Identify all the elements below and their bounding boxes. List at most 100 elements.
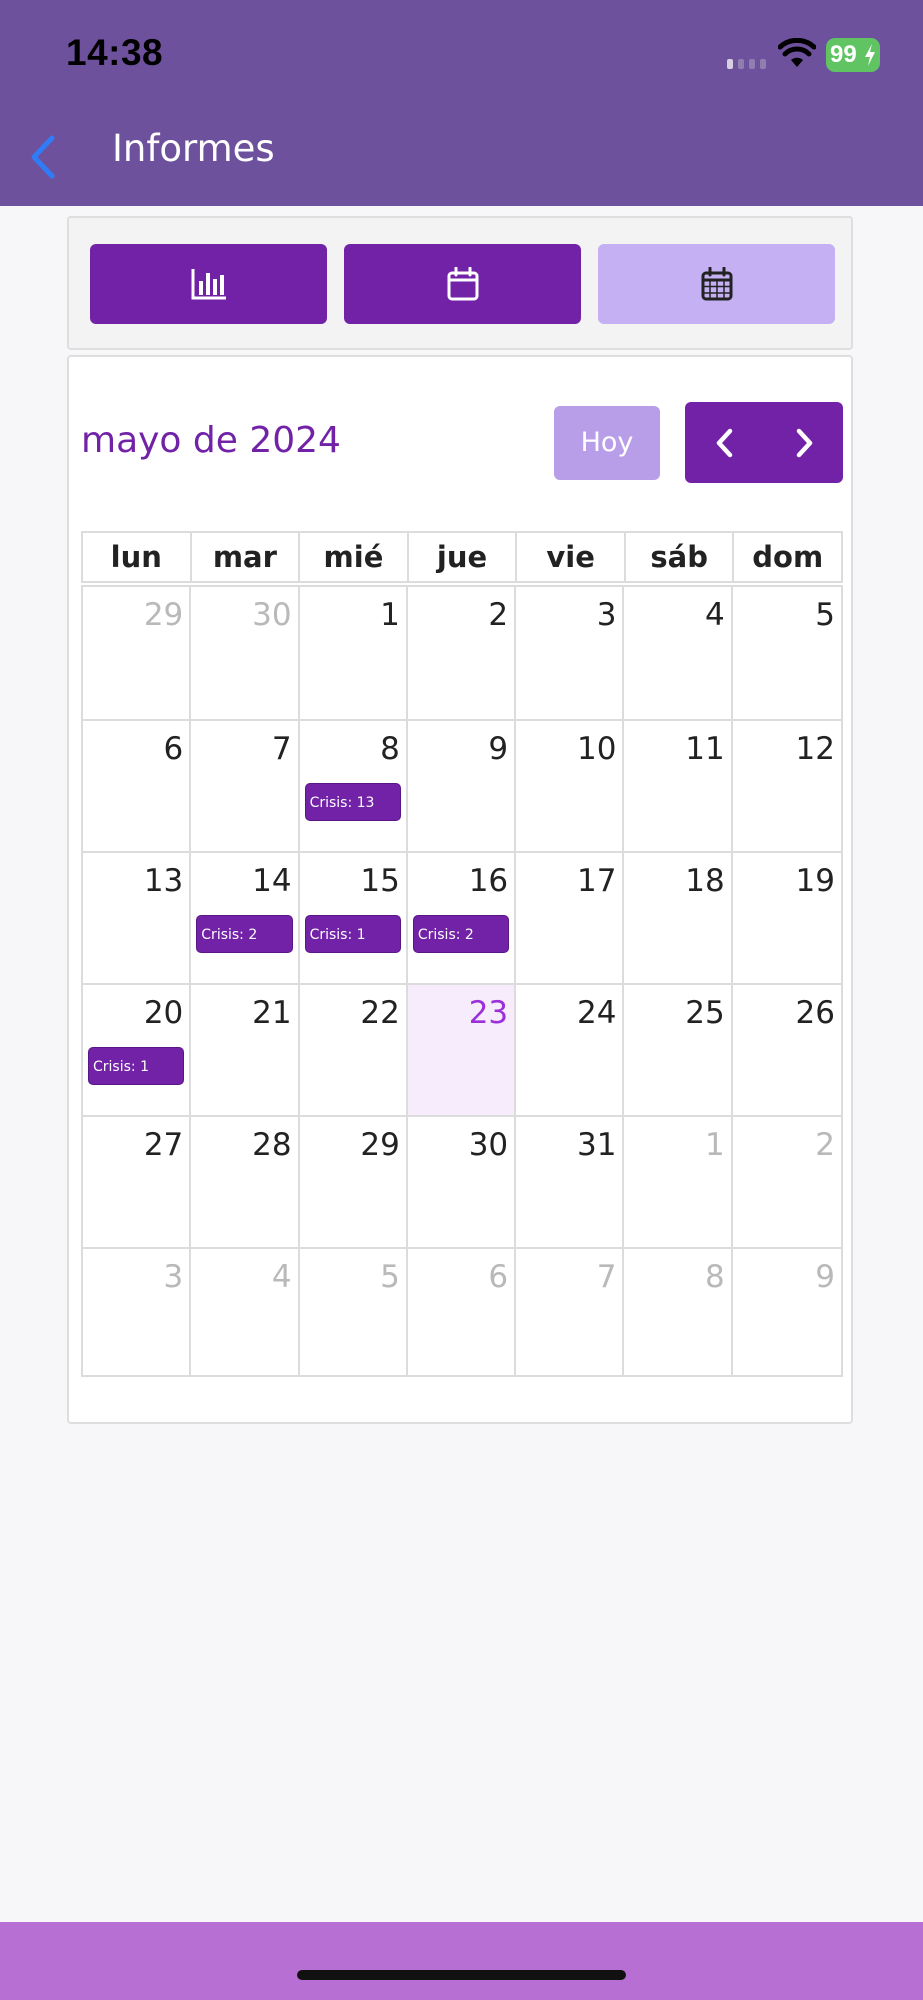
app-header: 14:38 99 Informes <box>0 0 923 206</box>
battery-level: 99 <box>830 41 857 68</box>
day-cell[interactable]: 7 <box>516 1249 625 1375</box>
day-cell[interactable]: 24 <box>516 985 625 1117</box>
day-cell[interactable]: 30 <box>191 587 300 721</box>
day-cell[interactable]: 26 <box>732 985 841 1117</box>
day-cell[interactable]: 22 <box>299 985 408 1117</box>
day-cell[interactable]: 18 <box>624 853 733 985</box>
day-number: 7 <box>596 1259 617 1295</box>
month-navigation <box>685 402 843 483</box>
bar-chart-icon <box>191 269 226 300</box>
weekday-header: lun mar mié jue vie sáb dom <box>81 531 843 583</box>
cellular-signal-icon <box>727 59 766 69</box>
chart-view-button[interactable] <box>90 244 327 324</box>
today-button[interactable]: Hoy <box>554 406 660 480</box>
day-cell[interactable]: 27 <box>83 1117 192 1249</box>
day-number: 9 <box>815 1259 835 1295</box>
weekday-label: dom <box>752 540 824 574</box>
previous-month-button[interactable] <box>685 402 764 483</box>
weekday-label: mié <box>300 533 409 581</box>
day-number: 18 <box>685 863 725 899</box>
day-cell-today[interactable]: 23 <box>407 985 517 1117</box>
chevron-right-icon <box>796 428 812 457</box>
month-grid: 29 30 1 2 3 4 5 6 7 8 Crisis: 13 9 10 11 12 13 14 Crisis:… <box>81 585 843 1377</box>
day-cell[interactable]: 16 Crisis: 2 <box>407 853 517 985</box>
crisis-event[interactable]: Crisis: 2 <box>196 915 293 953</box>
day-cell[interactable]: 2 <box>407 587 517 721</box>
day-cell[interactable]: 7 <box>191 721 300 853</box>
day-number: 25 <box>685 995 725 1031</box>
calendar-card: mayo de 2024 Hoy lun mar mié jue vie sáb dom 2… <box>67 355 853 1424</box>
day-number: 21 <box>252 995 292 1031</box>
day-cell[interactable]: 28 <box>191 1117 300 1249</box>
day-cell[interactable]: 15 Crisis: 1 <box>299 853 408 985</box>
day-number: 5 <box>815 597 835 633</box>
day-cell[interactable]: 9 <box>733 1249 841 1375</box>
day-cell[interactable]: 20 Crisis: 1 <box>83 985 192 1117</box>
day-cell[interactable]: 12 <box>732 721 841 853</box>
day-number: 29 <box>360 1127 400 1163</box>
day-cell[interactable]: 10 <box>516 721 625 853</box>
next-month-button[interactable] <box>764 402 843 483</box>
day-number: 27 <box>143 1127 184 1163</box>
weekday-label: jue <box>409 533 518 581</box>
crisis-event[interactable]: Crisis: 1 <box>304 915 401 953</box>
day-number: 19 <box>795 863 835 899</box>
day-cell[interactable]: 6 <box>408 1249 517 1375</box>
day-number: 1 <box>380 597 400 633</box>
weekday-label: sáb <box>626 533 735 581</box>
day-cell[interactable]: 17 <box>516 853 625 985</box>
crisis-event[interactable]: Crisis: 1 <box>88 1047 185 1085</box>
day-cell[interactable]: 30 <box>407 1117 517 1249</box>
day-cell[interactable]: 9 <box>407 721 517 853</box>
calendar-grid-icon <box>701 267 732 301</box>
day-cell[interactable]: 1 <box>299 587 408 721</box>
day-cell[interactable]: 4 <box>624 587 733 721</box>
day-cell[interactable]: 4 <box>191 1249 300 1375</box>
day-cell[interactable]: 31 <box>516 1117 625 1249</box>
day-cell[interactable]: 1 <box>624 1117 733 1249</box>
day-cell[interactable]: 5 <box>300 1249 408 1375</box>
day-number: 12 <box>795 731 835 767</box>
bottom-bar <box>0 1922 923 2000</box>
day-cell[interactable]: 29 <box>299 1117 408 1249</box>
view-mode-switcher <box>67 216 853 350</box>
day-cell[interactable]: 8 <box>624 1249 733 1375</box>
chevron-left-icon <box>31 135 55 179</box>
day-cell[interactable]: 2 <box>732 1117 841 1249</box>
day-cell[interactable]: 3 <box>83 1249 192 1375</box>
day-number: 3 <box>596 597 617 633</box>
day-number: 7 <box>271 731 292 767</box>
day-view-button[interactable] <box>344 244 581 324</box>
day-number: 4 <box>271 1259 292 1295</box>
day-cell[interactable]: 14 Crisis: 2 <box>191 853 300 985</box>
home-indicator <box>297 1970 626 1980</box>
day-cell[interactable]: 5 <box>732 587 841 721</box>
back-button[interactable] <box>24 132 64 182</box>
day-cell[interactable]: 11 <box>624 721 733 853</box>
day-number: 26 <box>795 995 835 1031</box>
month-view-button[interactable] <box>598 244 835 324</box>
day-number: 2 <box>815 1127 835 1163</box>
page-title: Informes <box>112 127 275 170</box>
day-number: 8 <box>380 731 400 767</box>
day-cell[interactable]: 6 <box>83 721 192 853</box>
crisis-event[interactable]: Crisis: 13 <box>304 783 401 821</box>
day-number: 14 <box>252 863 292 899</box>
day-cell[interactable]: 8 Crisis: 13 <box>299 721 408 853</box>
day-cell[interactable]: 25 <box>624 985 733 1117</box>
day-cell[interactable]: 19 <box>732 853 841 985</box>
month-title: mayo de 2024 <box>81 420 341 461</box>
day-number: 6 <box>163 731 184 767</box>
day-number: 13 <box>143 863 184 899</box>
wifi-icon <box>778 38 816 67</box>
day-number: 1 <box>704 1127 725 1163</box>
day-cell[interactable]: 3 <box>516 587 625 721</box>
day-number: 24 <box>576 995 617 1031</box>
day-cell[interactable]: 21 <box>191 985 300 1117</box>
day-number: 30 <box>468 1127 509 1163</box>
crisis-event[interactable]: Crisis: 2 <box>412 915 510 953</box>
day-cell[interactable]: 13 <box>83 853 192 985</box>
day-number: 23 <box>468 995 509 1031</box>
weekday-label: lun <box>83 533 192 581</box>
day-cell[interactable]: 29 <box>83 587 192 721</box>
